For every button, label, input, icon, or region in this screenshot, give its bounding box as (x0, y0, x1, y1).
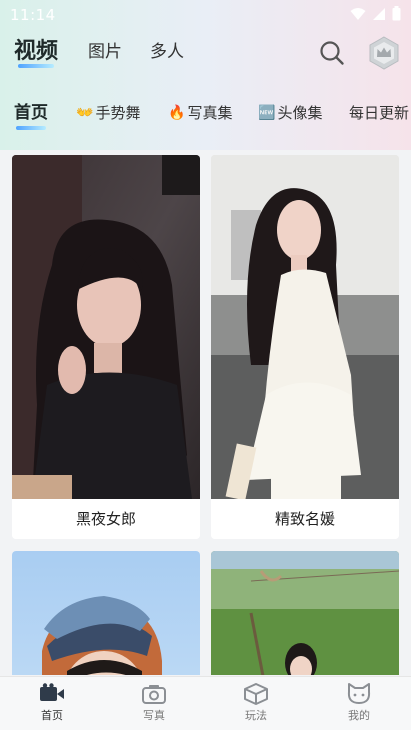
bottom-tab-bar: 首页 写真 玩法 我的 (0, 676, 411, 730)
category-label: 写真集 (187, 104, 233, 122)
status-bar: 11:14 (0, 0, 411, 30)
video-grid: 黑夜女郎 精致名媛 (0, 155, 411, 675)
tab-label: 玩法 (245, 709, 267, 722)
tab-play[interactable]: 玩法 (226, 681, 286, 727)
fire-icon: 🔥 (168, 105, 186, 121)
tab-photo[interactable]: 写真 (124, 681, 184, 727)
top-navigation: 视频 图片 多人 (0, 32, 411, 76)
video-thumbnail (12, 551, 200, 675)
palms-up-icon: 👐 (76, 105, 94, 121)
battery-icon (392, 6, 401, 21)
category-label: 头像集 (277, 104, 323, 122)
video-caption: 黑夜女郎 (12, 499, 200, 539)
status-icons (350, 6, 401, 21)
video-caption: 精致名媛 (211, 499, 399, 539)
signal-icon (373, 7, 385, 20)
category-tab-avatar[interactable]: 🆕 头像集 (258, 96, 322, 130)
category-navigation: 首页 👐 手势舞 🔥 写真集 🆕 头像集 每日更新 (0, 96, 411, 136)
category-label: 首页 (14, 103, 48, 123)
wifi-icon (350, 7, 366, 20)
category-tab-gesture-dance[interactable]: 👐 手势舞 (76, 96, 140, 130)
tab-me[interactable]: 我的 (329, 681, 389, 727)
camera-icon (142, 685, 166, 704)
video-card[interactable]: 黑夜女郎 (12, 155, 200, 539)
top-tab-image[interactable]: 图片 (88, 32, 122, 72)
top-tab-video[interactable]: 视频 (14, 32, 58, 72)
search-icon[interactable] (319, 40, 345, 66)
video-card[interactable]: 精致名媛 (211, 155, 399, 539)
top-tab-label: 多人 (150, 42, 184, 62)
video-thumbnail (12, 155, 200, 499)
top-tab-label: 图片 (88, 42, 122, 62)
video-thumbnail (211, 551, 399, 675)
cube-icon (244, 683, 268, 705)
tab-label: 写真 (143, 709, 165, 722)
cat-face-icon (347, 683, 371, 704)
top-tab-label: 视频 (14, 39, 59, 64)
vip-crown-icon[interactable] (367, 36, 401, 70)
status-time: 11:14 (10, 6, 56, 24)
video-icon (40, 683, 64, 701)
active-category-underline (16, 126, 46, 130)
tab-label: 我的 (348, 709, 370, 722)
category-label: 手势舞 (95, 104, 141, 122)
category-tab-home[interactable]: 首页 (14, 96, 48, 130)
video-card[interactable] (12, 551, 200, 675)
category-label: 每日更新 (349, 104, 410, 122)
category-tab-daily-update[interactable]: 每日更新 (349, 96, 409, 130)
new-badge-icon: 🆕 (258, 105, 276, 121)
tab-home[interactable]: 首页 (22, 681, 82, 727)
video-thumbnail (211, 155, 399, 499)
video-card[interactable] (211, 551, 399, 675)
active-tab-underline (18, 64, 54, 68)
category-tab-photo-album[interactable]: 🔥 写真集 (168, 96, 232, 130)
tab-label: 首页 (41, 709, 63, 722)
top-tab-multi[interactable]: 多人 (150, 32, 184, 72)
